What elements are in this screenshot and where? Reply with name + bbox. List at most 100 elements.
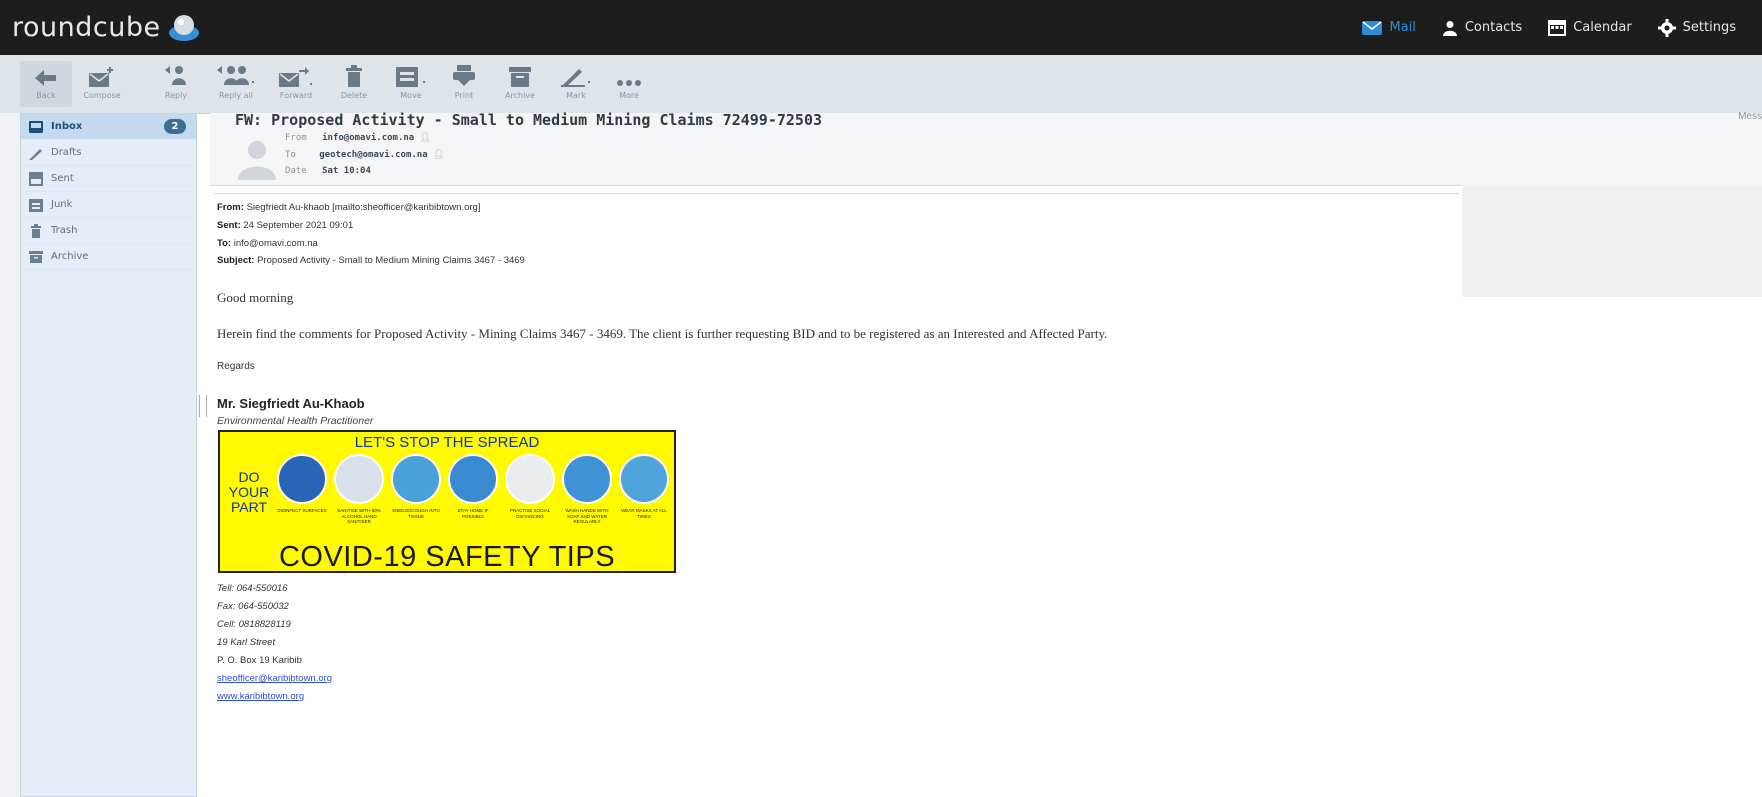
reply-all-label: Reply all bbox=[218, 91, 254, 100]
archive-button[interactable]: Archive bbox=[494, 61, 546, 107]
print-button[interactable]: Print bbox=[438, 61, 490, 107]
pane-splitter[interactable] bbox=[199, 395, 207, 417]
tip-illustration-icon bbox=[391, 454, 441, 504]
greeting: Good morning bbox=[217, 290, 294, 305]
date-label: Date bbox=[285, 166, 307, 176]
fwd-subject-line: Subject: Proposed Activity - Small to Me… bbox=[217, 255, 525, 266]
to-address[interactable]: geotech@omavi.com.na bbox=[319, 150, 427, 160]
delete-label: Delete bbox=[340, 91, 368, 100]
fax-line: Fax: 064-550032 bbox=[217, 601, 289, 612]
reply-button[interactable]: Reply bbox=[150, 61, 202, 107]
toolbar: Back Compose Reply Reply all Forward Del… bbox=[0, 55, 1762, 114]
print-label: Print bbox=[454, 91, 474, 100]
nav-settings[interactable]: Settings bbox=[1657, 18, 1736, 37]
folder-drafts-label: Drafts bbox=[51, 147, 82, 158]
nav-calendar[interactable]: Calendar bbox=[1548, 19, 1632, 36]
reply-label: Reply bbox=[164, 91, 188, 100]
tip-illustration-icon bbox=[277, 454, 327, 504]
mark-pen-icon bbox=[561, 69, 590, 87]
covid-tip: SNEEZE/COUGH INTO TISSUE bbox=[390, 454, 442, 519]
unread-count-badge: 2 bbox=[164, 119, 186, 134]
sent-icon bbox=[29, 171, 43, 186]
folder-junk[interactable]: Junk bbox=[21, 192, 196, 218]
folder-archive[interactable]: Archive bbox=[21, 244, 196, 270]
covid-tip: SANITISE WITH 60% ALCOHOL HAND SANITISER bbox=[333, 454, 385, 525]
more-dots-icon bbox=[617, 80, 641, 86]
side-panel bbox=[1462, 185, 1762, 297]
more-label: More bbox=[619, 91, 639, 100]
folder-trash-label: Trash bbox=[51, 225, 78, 236]
tip-caption: SNEEZE/COUGH INTO TISSUE bbox=[392, 508, 440, 519]
tip-illustration-icon bbox=[334, 454, 384, 504]
tip-caption: STAY HOME IF POSSIBLE bbox=[457, 508, 489, 519]
mail-icon bbox=[1362, 20, 1383, 35]
delete-button[interactable]: Delete bbox=[328, 61, 380, 107]
website-link[interactable]: www.karibibtown.org bbox=[217, 691, 304, 702]
reply-all-button[interactable]: Reply all bbox=[210, 61, 262, 107]
contacts-icon bbox=[1442, 20, 1457, 36]
signature-role: Environmental Health Practitioner bbox=[217, 415, 374, 427]
banner-main-text: COVID-19 SAFETY TIPS bbox=[278, 541, 616, 573]
tip-illustration-icon bbox=[505, 454, 555, 504]
top-bar: roundcube Mail Contacts Calendar Setting… bbox=[0, 0, 1762, 55]
tip-illustration-icon bbox=[619, 454, 669, 504]
forward-button[interactable]: Forward bbox=[270, 61, 322, 107]
roundcube-logo[interactable]: roundcube bbox=[12, 10, 199, 44]
folder-trash[interactable]: Trash bbox=[21, 218, 196, 244]
reply-all-icon bbox=[217, 66, 254, 85]
folder-archive-label: Archive bbox=[51, 251, 89, 262]
email-link[interactable]: sheofficer@karibibtown.org bbox=[217, 673, 332, 684]
message-subject: FW: Proposed Activity - Small to Medium … bbox=[235, 111, 822, 129]
nav-contacts[interactable]: Contacts bbox=[1442, 20, 1522, 36]
reply-icon bbox=[165, 66, 186, 85]
junk-icon bbox=[29, 198, 43, 212]
move-button[interactable]: Move bbox=[385, 61, 437, 107]
message-list-link[interactable]: Mess bbox=[1738, 111, 1762, 122]
folder-junk-label: Junk bbox=[51, 199, 73, 210]
add-contact-icon[interactable]: 👤︎ bbox=[433, 150, 444, 160]
pencil-icon bbox=[29, 148, 42, 160]
folder-move-icon bbox=[396, 67, 425, 87]
nav-calendar-label: Calendar bbox=[1573, 20, 1632, 35]
add-contact-icon[interactable]: 👤︎ bbox=[420, 133, 431, 143]
archive-icon bbox=[29, 250, 43, 263]
regards: Regards bbox=[217, 361, 255, 372]
gear-icon bbox=[1657, 18, 1676, 37]
sender-avatar bbox=[236, 136, 278, 180]
covid-tip: DISINFECT SURFACES bbox=[276, 454, 328, 514]
inbox-icon bbox=[29, 120, 43, 133]
nav-mail[interactable]: Mail bbox=[1362, 20, 1416, 35]
compose-button[interactable]: Compose bbox=[76, 61, 128, 107]
folder-sent-label: Sent bbox=[51, 173, 74, 184]
back-arrow-icon bbox=[35, 70, 56, 86]
from-label: From bbox=[285, 133, 307, 143]
divider bbox=[214, 193, 1459, 194]
mark-button[interactable]: Mark bbox=[550, 61, 602, 107]
compose-icon bbox=[89, 67, 113, 87]
left-strip bbox=[0, 113, 20, 797]
print-icon bbox=[453, 65, 475, 86]
compose-label: Compose bbox=[83, 91, 121, 100]
fwd-from-line: From: Siegfriedt Au-khaob [mailto:sheoff… bbox=[217, 202, 481, 213]
trash-icon bbox=[346, 65, 362, 87]
from-address[interactable]: info@omavi.com.na bbox=[322, 133, 414, 143]
more-button[interactable]: More bbox=[603, 61, 655, 107]
pobox-line: P. O. Box 19 Karibib bbox=[217, 655, 302, 666]
back-button[interactable]: Back bbox=[20, 61, 72, 107]
logo-icon bbox=[167, 11, 199, 43]
forward-icon bbox=[279, 67, 312, 87]
covid-banner: LET'S STOP THE SPREAD DO YOUR PART DISIN… bbox=[218, 430, 676, 573]
banner-do-your-part: DO YOUR PART bbox=[228, 469, 270, 515]
to-label: To bbox=[285, 150, 296, 160]
nav-contacts-label: Contacts bbox=[1464, 20, 1523, 35]
tip-illustration-icon bbox=[562, 454, 612, 504]
folder-inbox[interactable]: Inbox 2 bbox=[21, 114, 196, 140]
covid-tip: WEAR MASKS AT ALL TIMES bbox=[618, 454, 670, 519]
fwd-sent-line: Sent: 24 September 2021 09:01 bbox=[217, 220, 354, 231]
folder-sent[interactable]: Sent bbox=[21, 166, 196, 192]
top-nav: Mail Contacts Calendar Settings bbox=[1362, 0, 1762, 55]
folder-drafts[interactable]: Drafts bbox=[21, 140, 196, 166]
signature-name: Mr. Siegfriedt Au-Khaob bbox=[217, 396, 365, 411]
cell-line: Cell: 0818828119 bbox=[217, 619, 291, 630]
header-date-row: Date Sat 10:04 bbox=[285, 166, 371, 176]
